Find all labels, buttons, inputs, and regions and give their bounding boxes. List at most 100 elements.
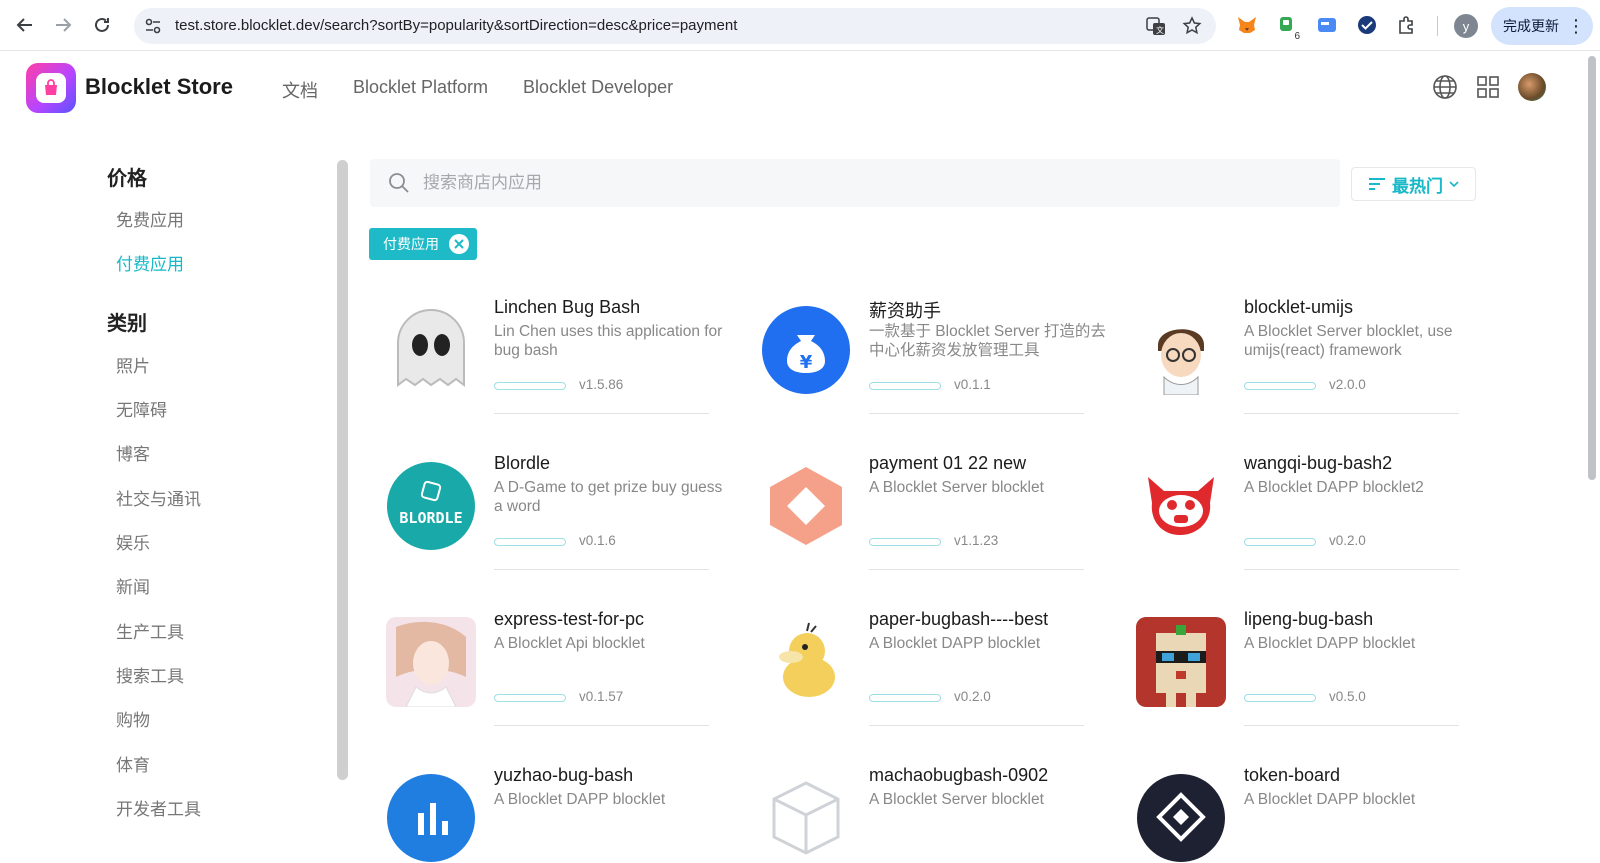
page-scrollbar[interactable]: [1588, 56, 1596, 480]
psyduck-icon: [761, 617, 851, 707]
app-rating-bar: [1244, 538, 1316, 546]
category-social[interactable]: 社交与通讯: [116, 485, 201, 510]
card-extension[interactable]: [1314, 12, 1340, 38]
app-description: A Blocklet DAPP blocklet: [869, 635, 1041, 652]
category-shopping[interactable]: 购物: [116, 706, 150, 731]
price-filter-free[interactable]: 免费应用: [116, 206, 184, 231]
cube-icon: [761, 773, 851, 863]
app-card[interactable]: Linchen Bug Bash Lin Chen uses this appl…: [386, 297, 736, 422]
app-title[interactable]: yuzhao-bug-bash: [494, 765, 633, 786]
user-avatar[interactable]: [1518, 73, 1546, 101]
app-title[interactable]: wangqi-bug-bash2: [1244, 453, 1392, 474]
app-title[interactable]: lipeng-bug-bash: [1244, 609, 1373, 630]
card-divider: [494, 725, 709, 726]
more-vert-icon: ⋮: [1567, 16, 1585, 36]
sidebar-scrollbar[interactable]: [337, 160, 348, 780]
back-button[interactable]: [12, 12, 38, 38]
category-section-title: 类别: [107, 313, 147, 335]
arrow-right-icon: [56, 18, 72, 32]
brand-name[interactable]: Blocklet Store: [85, 74, 233, 100]
app-title[interactable]: paper-bugbash----best: [869, 609, 1048, 630]
remove-filter-button[interactable]: [449, 234, 469, 254]
reload-button[interactable]: [89, 12, 115, 38]
category-sports[interactable]: 体育: [116, 751, 150, 776]
update-label: 完成更新: [1503, 18, 1559, 34]
app-card[interactable]: ¥ 薪资助手 一款基于 Blocklet Server 打造的去中心化薪资发放管…: [761, 297, 1111, 422]
anime-girl-icon: [386, 617, 476, 707]
store-logo-icon[interactable]: [26, 63, 76, 113]
bookmark-star-icon[interactable]: [1182, 16, 1202, 36]
search-input[interactable]: [423, 167, 1303, 199]
metamask-extension[interactable]: [1234, 12, 1260, 38]
category-news[interactable]: 新闻: [116, 573, 150, 598]
category-blog[interactable]: 博客: [116, 440, 150, 465]
app-title[interactable]: express-test-for-pc: [494, 609, 644, 630]
app-title[interactable]: Linchen Bug Bash: [494, 297, 640, 318]
app-title[interactable]: payment 01 22 new: [869, 453, 1026, 474]
site-settings-icon[interactable]: [144, 17, 162, 35]
app-card[interactable]: BLORDLE Blordle A D-Game to get prize bu…: [386, 453, 736, 578]
extension-with-badge[interactable]: 6: [1274, 12, 1302, 42]
blordle-logo-icon: BLORDLE: [386, 461, 476, 551]
app-version: v0.1.1: [954, 377, 991, 392]
check-extension[interactable]: [1354, 12, 1380, 38]
sort-label: 最热门: [1392, 176, 1443, 196]
app-rating-bar: [494, 538, 566, 546]
app-description: A Blocklet DAPP blocklet: [1244, 635, 1416, 652]
app-description: A Blocklet DAPP blocklet: [494, 791, 666, 808]
extensions-menu[interactable]: [1394, 12, 1420, 38]
category-photos[interactable]: 照片: [116, 352, 150, 377]
category-productivity[interactable]: 生产工具: [116, 618, 184, 643]
app-card[interactable]: blocklet-umijs A Blocklet Server blockle…: [1136, 297, 1486, 422]
app-title[interactable]: machaobugbash-0902: [869, 765, 1048, 786]
close-icon: [454, 239, 464, 249]
price-filter-paid[interactable]: 付费应用: [116, 250, 184, 275]
category-accessibility[interactable]: 无障碍: [116, 396, 167, 421]
app-description: Lin Chen uses this application for bug b…: [494, 323, 723, 359]
app-rating-bar: [869, 694, 941, 702]
app-card[interactable]: express-test-for-pc A Blocklet Api block…: [386, 609, 736, 734]
update-button[interactable]: 完成更新 ⋮: [1491, 7, 1593, 45]
card-icon: [1318, 18, 1336, 32]
app-title[interactable]: Blordle: [494, 453, 550, 474]
search-icon: [389, 173, 409, 193]
nav-blocklet-developer[interactable]: Blocklet Developer: [523, 77, 673, 103]
app-rating-bar: [494, 382, 566, 390]
app-title[interactable]: 薪资助手: [869, 297, 941, 323]
category-search-tools[interactable]: 搜索工具: [116, 662, 184, 687]
sort-dropdown[interactable]: 最热门: [1351, 167, 1476, 201]
globe-icon[interactable]: [1432, 74, 1458, 100]
card-divider: [1244, 413, 1459, 414]
app-version: v0.2.0: [954, 689, 991, 704]
app-card[interactable]: payment 01 22 new A Blocklet Server bloc…: [761, 453, 1111, 578]
search-box: [370, 159, 1340, 207]
translate-icon[interactable]: 文: [1146, 16, 1166, 36]
app-rating-bar: [869, 538, 941, 546]
toolbar-separator: [1437, 16, 1438, 36]
app-card[interactable]: machaobugbash-0902 A Blocklet Server blo…: [761, 765, 1111, 863]
nav-docs[interactable]: 文档: [282, 77, 318, 103]
category-developer-tools[interactable]: 开发者工具: [116, 795, 201, 820]
app-card[interactable]: wangqi-bug-bash2 A Blocklet DAPP blockle…: [1136, 453, 1486, 578]
app-card[interactable]: yuzhao-bug-bash A Blocklet DAPP blocklet: [386, 765, 736, 862]
diamond-token-icon: [1136, 773, 1226, 863]
apps-grid-icon[interactable]: [1476, 75, 1500, 99]
app-card[interactable]: paper-bugbash----best A Blocklet DAPP bl…: [761, 609, 1111, 734]
money-bag-icon: ¥: [761, 305, 851, 395]
nav-blocklet-platform[interactable]: Blocklet Platform: [353, 77, 488, 103]
forward-button[interactable]: [50, 12, 76, 38]
app-version: v0.1.57: [579, 689, 624, 704]
profile-avatar[interactable]: y: [1454, 14, 1478, 38]
app-card[interactable]: token-board A Blocklet DAPP blocklet: [1136, 765, 1486, 862]
app-title[interactable]: token-board: [1244, 765, 1340, 786]
address-bar[interactable]: test.store.blocklet.dev/search?sortBy=po…: [134, 8, 1216, 44]
app-version: v0.1.6: [579, 533, 616, 548]
app-title[interactable]: blocklet-umijs: [1244, 297, 1353, 318]
category-entertainment[interactable]: 娱乐: [116, 529, 150, 554]
app-rating-bar: [869, 382, 941, 390]
active-filter-chip: 付费应用: [369, 228, 477, 260]
app-card[interactable]: lipeng-bug-bash A Blocklet DAPP blocklet…: [1136, 609, 1486, 734]
svg-text:¥: ¥: [800, 352, 813, 373]
app-version: v1.1.23: [954, 533, 999, 548]
url-text[interactable]: test.store.blocklet.dev/search?sortBy=po…: [175, 17, 737, 34]
